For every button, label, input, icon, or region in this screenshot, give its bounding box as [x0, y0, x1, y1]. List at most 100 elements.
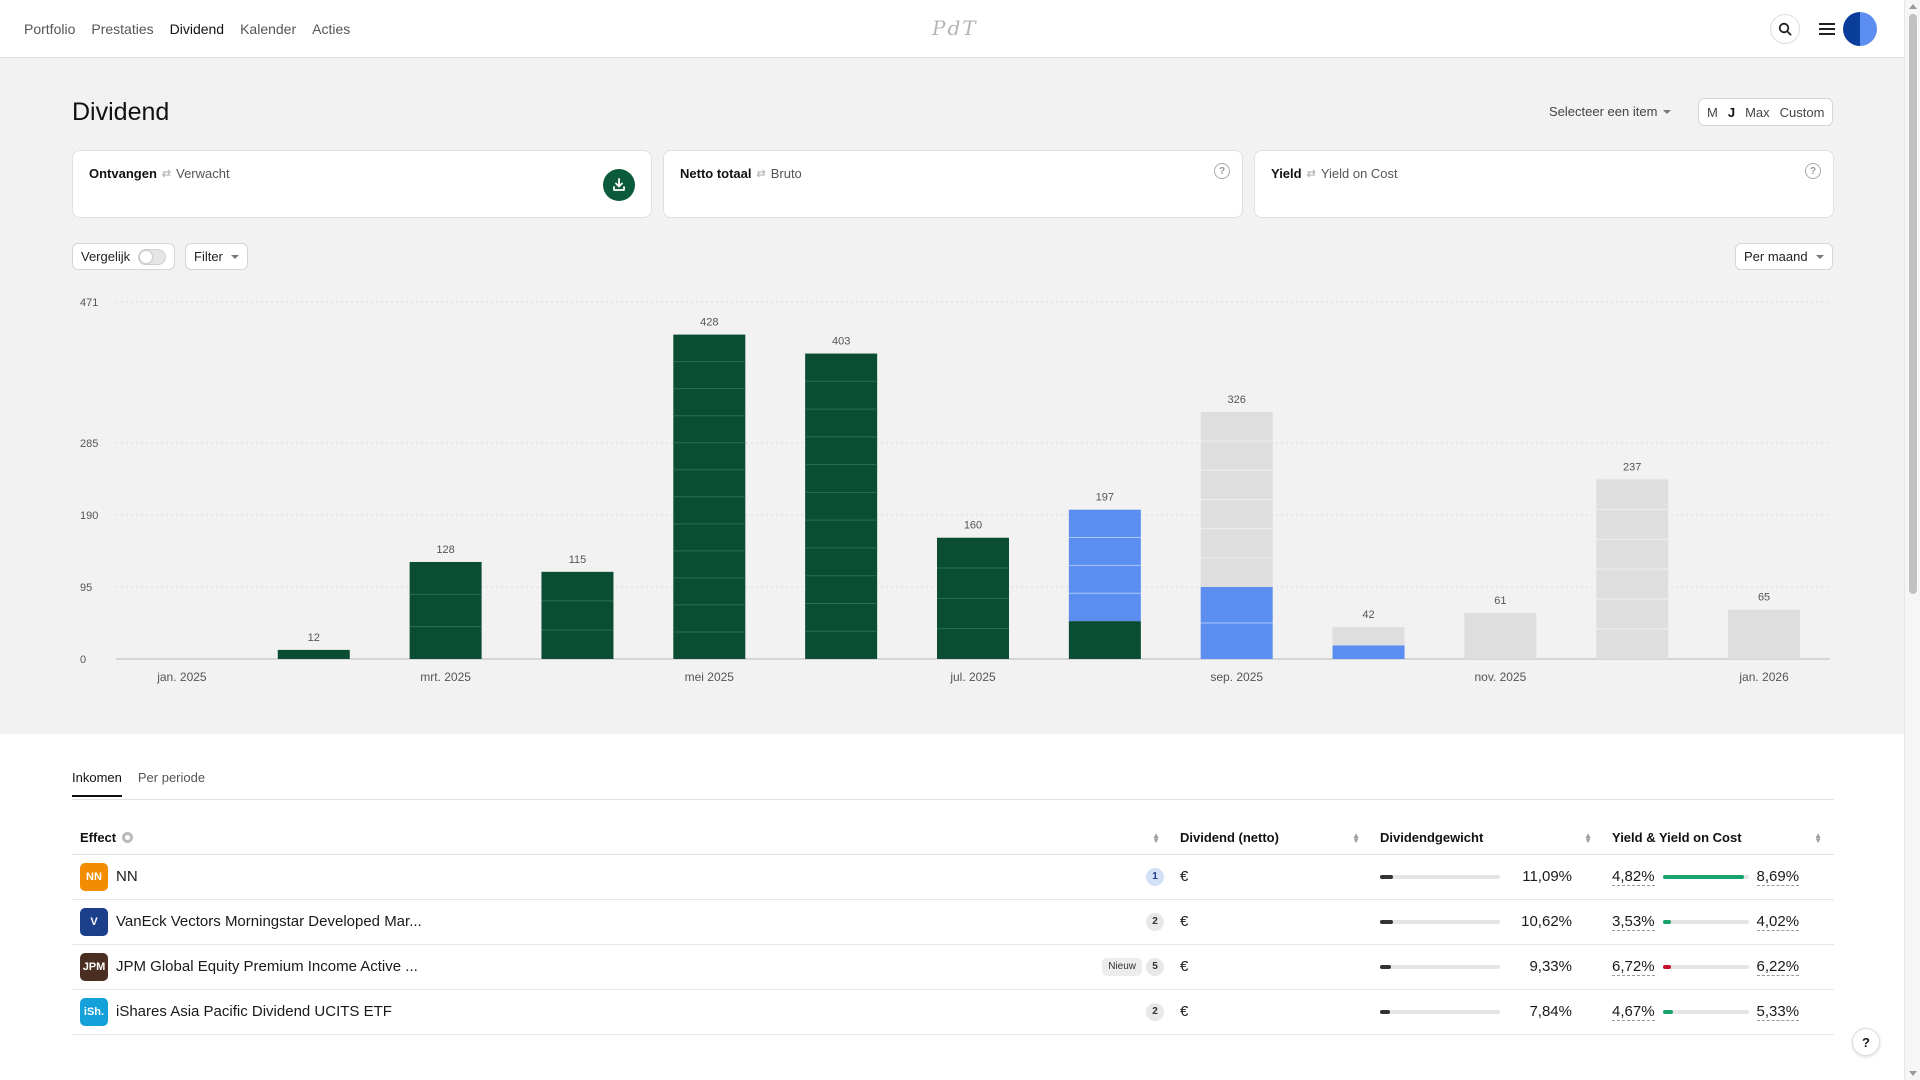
select-item-label: Selecteer een item [1549, 104, 1658, 119]
scroll-up-arrow-icon[interactable] [1909, 4, 1917, 9]
period-dropdown[interactable]: Per maand [1735, 243, 1833, 270]
menu-button[interactable] [1812, 14, 1842, 44]
weight-bar [1380, 919, 1500, 924]
yield-value[interactable]: 4,67% [1612, 1003, 1655, 1021]
col-effect[interactable]: Effect ▲ ▼ [72, 822, 1172, 855]
search-icon [1778, 22, 1792, 36]
tab-inkomen[interactable]: Inkomen [72, 770, 122, 797]
bar-segment [409, 561, 482, 659]
app-logo[interactable]: PdT [932, 16, 978, 40]
card-secondary-label: Bruto [770, 166, 802, 181]
effect-cell[interactable]: iSh. iShares Asia Pacific Dividend UCITS… [72, 989, 1172, 1035]
effect-cell[interactable]: JPM JPM Global Equity Premium Income Act… [72, 944, 1172, 990]
yield-on-cost-value[interactable]: 8,69% [1756, 868, 1800, 886]
y-tick-label: 285 [80, 438, 98, 450]
security-name: iShares Asia Pacific Dividend UCITS ETF [116, 1003, 392, 1020]
bar-total-label: 115 [569, 554, 587, 566]
page-scrollbar[interactable] [1904, 0, 1920, 1080]
col-yield[interactable]: Yield & Yield on Cost ▲ ▼ [1604, 822, 1834, 855]
nav-acties[interactable]: Acties [312, 21, 350, 37]
page-title: Dividend [72, 98, 170, 126]
settings-icon[interactable] [122, 832, 134, 844]
x-tick-label: sep. 2025 [1210, 670, 1263, 684]
chevron-down-icon [1663, 109, 1672, 114]
sort-icon[interactable]: ▲ ▼ [1814, 832, 1822, 845]
x-tick-label: jul. 2025 [949, 670, 996, 684]
nav-prestaties[interactable]: Prestaties [91, 21, 153, 37]
toggle-switch[interactable] [138, 248, 167, 265]
effect-cell[interactable]: NN NN 1 [72, 854, 1172, 900]
sort-icon[interactable]: ▲ ▼ [1152, 832, 1160, 845]
swap-icon: ⇄ [756, 168, 766, 180]
select-item-dropdown[interactable]: Selecteer een item [1549, 104, 1672, 119]
bar-segment [1464, 612, 1537, 659]
weight-value: 11,09% [1522, 868, 1572, 885]
y-tick-label: 471 [80, 297, 98, 309]
bar-total-label: 160 [964, 520, 982, 532]
bar-segment [1332, 645, 1405, 659]
count-badge: 1 [1146, 867, 1164, 886]
tab-per-periode[interactable]: Per periode [138, 770, 205, 797]
help-icon[interactable]: ? [1214, 163, 1230, 179]
search-button[interactable] [1770, 14, 1800, 44]
yield-value[interactable]: 4,82% [1612, 868, 1655, 886]
currency-symbol: € [1180, 1003, 1189, 1020]
yield-value[interactable]: 3,53% [1612, 913, 1655, 931]
col-weight-label: Dividendgewicht [1380, 830, 1484, 846]
filter-dropdown[interactable]: Filter [185, 243, 248, 270]
tab-bar: Inkomen Per periode [72, 770, 205, 797]
col-dividend-label: Dividend (netto) [1180, 830, 1279, 846]
nav-kalender[interactable]: Kalender [240, 21, 296, 37]
scrollbar-thumb[interactable] [1909, 14, 1917, 594]
dividend-cell: € [1172, 944, 1372, 990]
range-max[interactable]: Max [1745, 105, 1770, 120]
card-toggle-yield[interactable]: Yield ⇄ Yield on Cost [1271, 166, 1398, 181]
table-row[interactable]: iSh. iShares Asia Pacific Dividend UCITS… [72, 989, 1834, 1035]
col-dividend[interactable]: Dividend (netto) ▲ ▼ [1172, 822, 1372, 855]
sort-icon[interactable]: ▲ ▼ [1584, 832, 1592, 845]
table-row[interactable]: V VanEck Vectors Morningstar Developed M… [72, 899, 1834, 945]
user-avatar[interactable] [1843, 12, 1877, 46]
weight-bar-fill [1380, 874, 1394, 879]
bar-total-label: 428 [700, 317, 718, 329]
nav-dividend[interactable]: Dividend [170, 21, 224, 37]
range-j[interactable]: J [1728, 105, 1735, 120]
range-custom[interactable]: Custom [1780, 105, 1825, 120]
compare-toggle[interactable]: Vergelijk [72, 243, 176, 270]
filter-label: Filter [194, 249, 223, 264]
yield-on-cost-value[interactable]: 5,33% [1756, 1003, 1800, 1021]
range-m[interactable]: M [1707, 105, 1718, 120]
card-yield: Yield ⇄ Yield on Cost ? [1254, 150, 1834, 218]
card-primary-label: Ontvangen [89, 166, 157, 181]
card-toggle-ontvangen[interactable]: Ontvangen ⇄ Verwacht [89, 166, 230, 181]
help-button[interactable]: ? [1852, 1028, 1880, 1056]
yield-on-cost-value[interactable]: 6,22% [1756, 958, 1800, 976]
security-name: JPM Global Equity Premium Income Active … [116, 958, 418, 975]
chevron-down-icon [230, 254, 239, 259]
scroll-down-arrow-icon[interactable] [1909, 1071, 1917, 1076]
table-row[interactable]: NN NN 1 € 11,09% 4,82% 8,69% [72, 854, 1834, 900]
row-badges: 2 [1146, 912, 1164, 931]
range-selector: M J Max Custom [1698, 98, 1834, 126]
yield-bar [1662, 919, 1749, 924]
nav-portfolio[interactable]: Portfolio [24, 21, 75, 37]
table-row[interactable]: JPM JPM Global Equity Premium Income Act… [72, 944, 1834, 990]
effect-cell[interactable]: V VanEck Vectors Morningstar Developed M… [72, 899, 1172, 945]
security-logo: iSh. [80, 997, 108, 1026]
col-weight[interactable]: Dividendgewicht ▲ ▼ [1372, 822, 1604, 855]
row-badges: 1 [1146, 867, 1164, 886]
sort-icon[interactable]: ▲ ▼ [1352, 832, 1360, 845]
bar-segment [541, 571, 614, 659]
yield-cell: 4,82% 8,69% [1604, 854, 1834, 900]
help-icon[interactable]: ? [1805, 163, 1821, 179]
main-nav: Portfolio Prestaties Dividend Kalender A… [24, 0, 350, 58]
yield-on-cost-value[interactable]: 4,02% [1756, 913, 1800, 931]
weight-value: 9,33% [1529, 958, 1572, 975]
x-tick-label: jan. 2025 [156, 670, 207, 684]
card-netto-totaal: Netto totaal ⇄ Bruto ? [663, 150, 1243, 218]
download-button[interactable] [603, 169, 635, 201]
dividend-bar-chart: 0 95 190 285 471 jan. 2025 12 128 mrt. 2025 115 42… [80, 297, 1830, 684]
card-toggle-netto[interactable]: Netto totaal ⇄ Bruto [680, 166, 802, 181]
dividend-cell: € [1172, 899, 1372, 945]
yield-value[interactable]: 6,72% [1612, 958, 1655, 976]
